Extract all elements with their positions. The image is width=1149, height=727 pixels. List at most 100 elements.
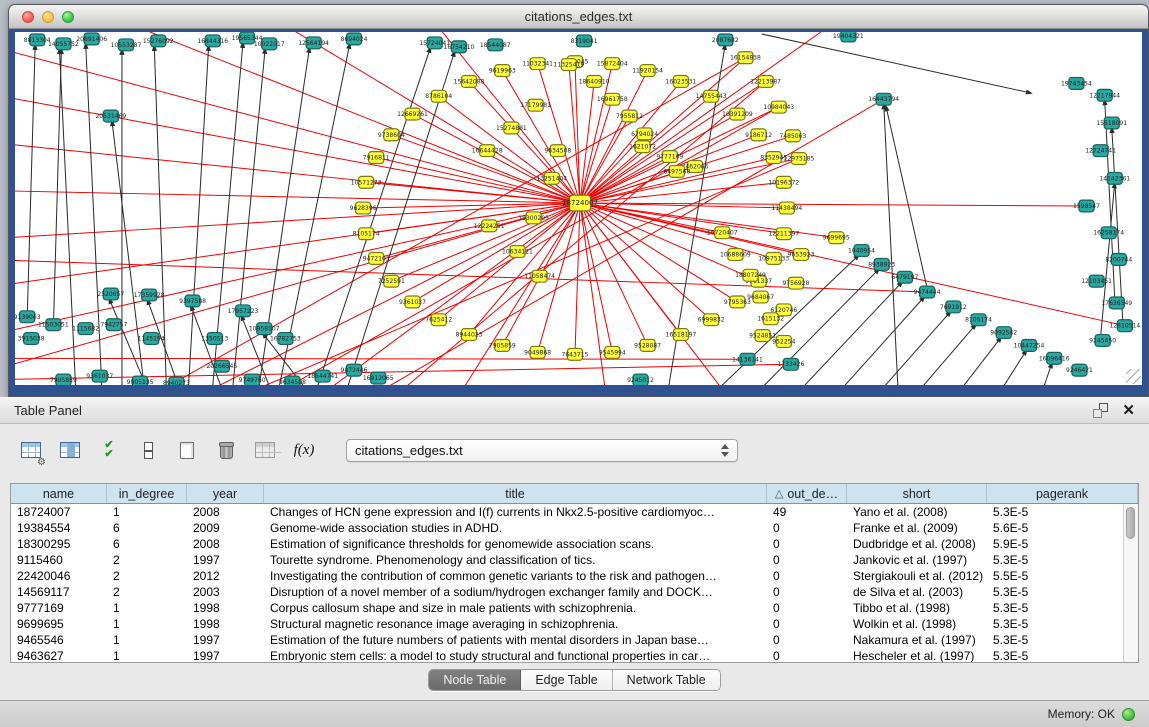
column-header-in_degree[interactable]: in_degree [107,484,187,503]
graph-node-label: 9246421 [1066,367,1093,374]
zoom-window-button[interactable] [62,11,74,23]
tab-network-table[interactable]: Network Table [613,670,720,690]
table-row[interactable]: 1830029562008Estimation of significance … [11,536,1138,552]
table-cell: 6 [107,536,187,552]
graph-node-label: 16154838 [730,55,761,62]
table-cell: 18724007 [11,504,107,520]
graph-node-label: 1598547 [1073,203,1100,210]
graph-node-label: 7942757 [100,322,127,329]
window-resize-grip[interactable] [1126,369,1141,384]
table-cell: Nakamura et al. (1997) [847,632,987,648]
graph-edge [391,203,580,281]
table-cell: Estimation of the future numbers of pati… [264,632,767,648]
graph-node-label: 15720407 [707,230,738,237]
close-panel-icon[interactable]: ✕ [1122,403,1135,418]
graph-node-label: 9628396 [350,205,377,212]
graph-edge [884,103,898,385]
table-cell: 1997 [187,648,264,663]
graph-node-label: 9756928 [782,280,809,287]
table-scrollbar-thumb[interactable] [1126,507,1135,539]
table-cell: 0 [767,600,847,616]
graph-node-label: 16644428 [472,148,503,155]
graph-node-label: 15518091 [1096,120,1127,127]
minimize-window-button[interactable] [42,11,54,23]
table-cell: 1997 [187,632,264,648]
column-header-out_de[interactable]: △out_de… [767,484,847,503]
column-header-title[interactable]: title [264,484,767,503]
table-row[interactable]: 2242004622012Investigating the contribut… [11,568,1138,584]
graph-edge [1044,362,1052,385]
table-cell: 2 [107,552,187,568]
float-panel-icon[interactable] [1093,403,1108,418]
import-table-icon [252,437,278,463]
graph-node-label: 8944023 [456,332,483,339]
delete-table-icon[interactable] [213,437,239,463]
function-builder-icon[interactable]: f(x) [291,437,317,463]
graph-edge [112,120,144,385]
table-row[interactable]: 1872400712008Changes of HCN gene express… [11,504,1138,520]
graph-node-label: 13251404 [536,175,567,182]
table-settings-icon[interactable]: ⚙ [18,437,44,463]
table-row[interactable]: 911546021997Tourette syndrome. Phenomeno… [11,552,1138,568]
table-cell: 1 [107,632,187,648]
row-height-icon[interactable] [135,437,161,463]
table-scrollbar[interactable] [1123,504,1138,662]
table-cell: 0 [767,568,847,584]
graph-edge [189,45,209,385]
select-all-icon[interactable]: ✔✔ [96,437,122,463]
table-cell: 5.3E-5 [987,552,1138,568]
graph-node-label: 9092542 [990,330,1017,337]
network-canvas[interactable]: 8813304140557522089140610553287152760921… [15,32,1142,385]
graph-node-label: 9545994 [599,349,626,356]
graph-edge [580,203,1125,326]
table-cell: Corpus callosum shape and size in male p… [264,600,767,616]
table-row[interactable]: 1938455462009Genome-wide association stu… [11,520,1138,536]
table-cell: 2008 [187,504,264,520]
table-cell: 1 [107,504,187,520]
column-header-short[interactable]: short [847,484,987,503]
column-header-year[interactable]: year [187,484,264,503]
graph-node-label: 12217944 [1089,92,1120,99]
table-row[interactable]: 1456911722003Disruption of a novel membe… [11,584,1138,600]
graph-node-label: 16096416 [1039,355,1070,362]
tab-edge-table[interactable]: Edge Table [521,670,612,690]
tab-node-table[interactable]: Node Table [429,670,521,690]
table-cell: Structural magnetic resonance image aver… [264,616,767,632]
graph-node-label: 7905859 [489,342,516,349]
graph-node-label: 9397588 [179,298,206,305]
graph-node-label: 12724741 [1085,148,1116,155]
graph-node-label: 9777169 [656,154,683,161]
table-row[interactable]: 969969511998Structural magnetic resonanc… [11,616,1138,632]
graph-node-label: 1145194 [138,336,165,343]
table-cell: Tourette syndrome. Phenomenology and cla… [264,552,767,568]
column-header-pagerank[interactable]: pagerank [987,484,1138,503]
table-selector-dropdown[interactable]: citations_edges.txt [346,439,738,462]
graph-node-label: 14142361 [1099,175,1130,182]
column-header-name[interactable]: name [11,484,107,503]
graph-node-label: 10553287 [111,42,142,49]
show-column-icon[interactable] [57,437,83,463]
table-cell: Changes of HCN gene expression and I(f) … [264,504,767,520]
graph-edge [575,203,580,354]
graph-node-label: 2087682 [712,37,739,44]
table-cell: 0 [767,552,847,568]
graph-edge [580,203,711,320]
table-row[interactable]: 977716911998Corpus callosum shape and si… [11,600,1138,616]
graph-node-label: 11325419 [554,62,585,69]
graph-node-label: 9245012 [627,377,654,384]
graph-node-label: 1615132 [757,316,784,323]
create-table-icon[interactable] [174,437,200,463]
close-window-button[interactable] [22,11,34,23]
table-cell: 5.3E-5 [987,600,1138,616]
graph-node-label: 9528087 [634,342,661,349]
network-window-titlebar[interactable]: citations_edges.txt [9,5,1148,29]
graph-node-label: 18300295 [518,215,549,222]
graph-node-label: 9139063 [15,314,41,321]
dropdown-arrows-icon [721,444,729,457]
table-row[interactable]: 946554611997Estimation of the future num… [11,632,1138,648]
graph-edge [844,296,925,385]
table-cell: 2012 [187,568,264,584]
table-cell: 18300295 [11,536,107,552]
graph-node-label: 10975133 [758,255,789,262]
table-row[interactable]: 946362711997Embryonic stem cells: a mode… [11,648,1138,663]
